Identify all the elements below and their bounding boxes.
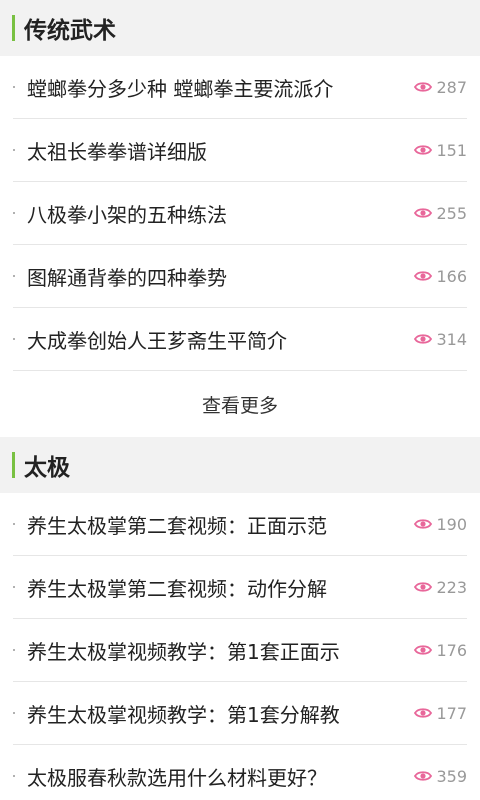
bullet-dot [13, 649, 15, 651]
list-item[interactable]: 养生太极掌第二套视频：正面示范 190 [13, 493, 467, 556]
view-count: 151 [414, 141, 467, 160]
article-title: 养生太极掌第二套视频：动作分解 [27, 576, 327, 601]
list-item[interactable]: 八极拳小架的五种练法 255 [13, 182, 467, 245]
eye-icon [414, 208, 433, 218]
view-count: 255 [414, 204, 467, 223]
bullet-dot [13, 86, 15, 88]
list-item[interactable]: 螳螂拳分多少种 螳螂拳主要流派介 287 [13, 56, 467, 119]
view-count-number: 314 [436, 329, 467, 349]
bullet-dot [13, 712, 15, 714]
view-count: 314 [414, 330, 467, 349]
article-list-taiji: 养生太极掌第二套视频：正面示范 190 养生太极掌第二套视频：动作分解 223 … [0, 493, 480, 800]
section-accent-bar [12, 452, 15, 478]
view-count-number: 223 [436, 577, 467, 597]
eye-icon [414, 771, 433, 781]
eye-icon [414, 645, 433, 655]
bullet-dot [13, 275, 15, 277]
view-count-number: 190 [436, 514, 467, 534]
article-title: 养生太极掌视频教学：第1套分解教 [27, 702, 340, 727]
view-count: 359 [414, 767, 467, 786]
view-count-number: 359 [436, 766, 467, 786]
eye-icon [414, 582, 433, 592]
article-title: 太祖长拳拳谱详细版 [27, 139, 207, 164]
article-title: 太极服春秋款选用什么材料更好？ [27, 765, 327, 790]
list-item[interactable]: 养生太极掌第二套视频：动作分解 223 [13, 556, 467, 619]
view-count: 176 [414, 641, 467, 660]
section-title: 太极 [24, 455, 70, 481]
list-item[interactable]: 太祖长拳拳谱详细版 151 [13, 119, 467, 182]
view-count: 287 [414, 78, 467, 97]
list-item[interactable]: 大成拳创始人王芗斋生平简介 314 [13, 308, 467, 371]
article-title: 图解通背拳的四种拳势 [27, 265, 227, 290]
list-item[interactable]: 养生太极掌视频教学：第1套分解教 177 [13, 682, 467, 745]
eye-icon [414, 82, 433, 92]
list-item[interactable]: 养生太极掌视频教学：第1套正面示 176 [13, 619, 467, 682]
eye-icon [414, 145, 433, 155]
bullet-dot [13, 523, 15, 525]
view-count-number: 176 [436, 640, 467, 660]
bullet-dot [13, 775, 15, 777]
view-count: 177 [414, 704, 467, 723]
article-title: 八极拳小架的五种练法 [27, 202, 227, 227]
section-header-taiji: 太极 [0, 437, 480, 493]
bullet-dot [13, 586, 15, 588]
view-count-number: 177 [436, 703, 467, 723]
view-count-number: 151 [436, 140, 467, 160]
bullet-dot [13, 149, 15, 151]
eye-icon [414, 271, 433, 281]
view-count: 223 [414, 578, 467, 597]
view-count: 190 [414, 515, 467, 534]
view-count-number: 255 [436, 203, 467, 223]
eye-icon [414, 334, 433, 344]
article-title: 大成拳创始人王芗斋生平简介 [27, 328, 287, 353]
article-title: 养生太极掌第二套视频：正面示范 [27, 513, 327, 538]
view-more-button[interactable]: 查看更多 [0, 371, 480, 437]
section-header-traditional: 传统武术 [0, 0, 480, 56]
bullet-dot [13, 338, 15, 340]
view-count: 166 [414, 267, 467, 286]
view-count-number: 287 [436, 77, 467, 97]
list-item[interactable]: 图解通背拳的四种拳势 166 [13, 245, 467, 308]
article-title: 螳螂拳分多少种 螳螂拳主要流派介 [27, 76, 334, 101]
eye-icon [414, 519, 433, 529]
list-item[interactable]: 太极服春秋款选用什么材料更好？ 359 [13, 745, 467, 800]
view-count-number: 166 [436, 266, 467, 286]
section-accent-bar [12, 15, 15, 41]
section-title: 传统武术 [24, 18, 116, 44]
bullet-dot [13, 212, 15, 214]
article-list-traditional: 螳螂拳分多少种 螳螂拳主要流派介 287 太祖长拳拳谱详细版 151 八极拳小架… [0, 56, 480, 371]
article-title: 养生太极掌视频教学：第1套正面示 [27, 639, 340, 664]
eye-icon [414, 708, 433, 718]
